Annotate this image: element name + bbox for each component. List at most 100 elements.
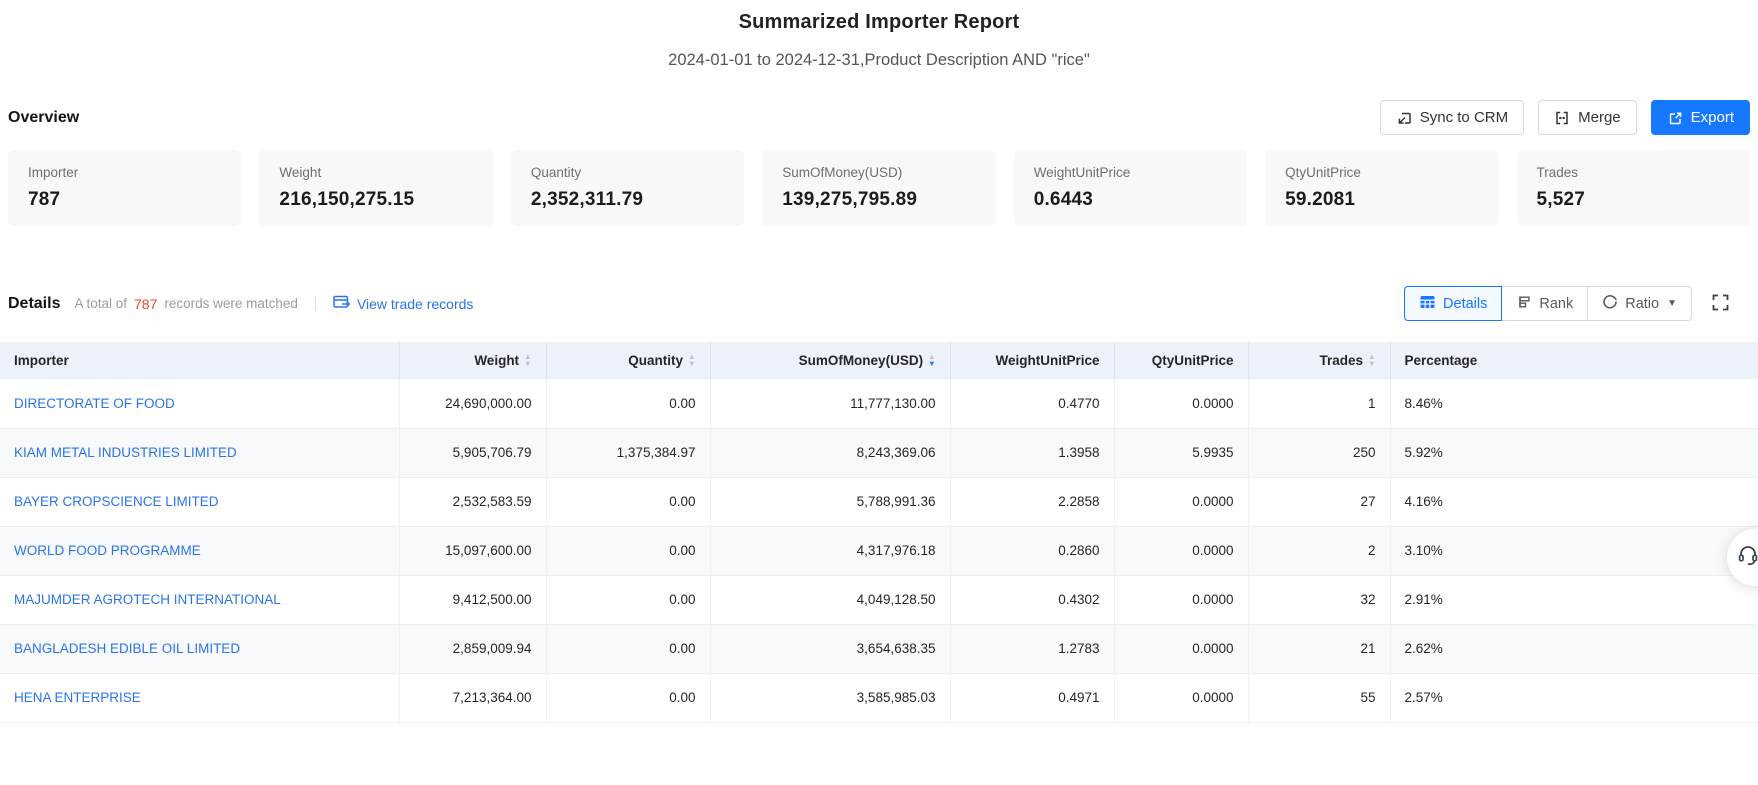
sync-to-crm-label: Sync to CRM: [1420, 109, 1508, 126]
details-bar: Details A total of 787 records were matc…: [0, 286, 1758, 321]
cell-trades: 27: [1248, 477, 1390, 526]
overview-card-label: Importer: [28, 165, 221, 180]
table-row: WORLD FOOD PROGRAMME15,097,600.000.004,3…: [0, 526, 1758, 575]
cell-weightunitprice: 0.4302: [950, 575, 1114, 624]
cell-weight: 9,412,500.00: [399, 575, 546, 624]
view-trade-records-label: View trade records: [357, 296, 473, 312]
tab-details-label: Details: [1443, 296, 1487, 312]
cell-sumofmoney-usd: 5,788,991.36: [710, 477, 950, 526]
overview-card-value: 216,150,275.15: [279, 189, 472, 211]
details-right: Details Rank Ratio ▼: [1404, 286, 1750, 321]
overview-card-value: 2,352,311.79: [531, 189, 724, 211]
importer-link[interactable]: KIAM METAL INDUSTRIES LIMITED: [14, 445, 237, 460]
cell-importer: WORLD FOOD PROGRAMME: [0, 526, 399, 575]
sync-icon: [1396, 110, 1412, 126]
overview-actions: Sync to CRM Merge Export: [1380, 100, 1750, 135]
cell-sumofmoney-usd: 8,243,369.06: [710, 428, 950, 477]
table-row: BANGLADESH EDIBLE OIL LIMITED 2,859,009.9…: [0, 624, 1758, 673]
vertical-divider: [315, 296, 316, 311]
column-label: WeightUnitPrice: [995, 353, 1099, 368]
column-label: SumOfMoney(USD): [799, 353, 924, 368]
overview-bar: Overview Sync to CRM Merge Export: [0, 100, 1758, 135]
sort-icons[interactable]: ▲▼: [524, 354, 531, 367]
overview-card: Trades 5,527: [1517, 150, 1750, 226]
cell-sumofmoney-usd: 4,049,128.50: [710, 575, 950, 624]
column-header-sumofmoney-usd[interactable]: SumOfMoney(USD) ▲▼: [710, 342, 950, 379]
export-icon: [1667, 110, 1683, 126]
column-header-weight[interactable]: Weight ▲▼: [399, 342, 546, 379]
importer-details-table: ImporterWeight▲▼Quantity▲▼SumOfMoney(USD…: [0, 342, 1758, 723]
cell-quantity: 1,375,384.97: [546, 428, 710, 477]
overview-card-value: 139,275,795.89: [782, 189, 975, 211]
cell-sumofmoney-usd: 3,585,985.03: [710, 673, 950, 722]
sort-icons[interactable]: ▲▼: [1368, 354, 1375, 367]
cell-qtyunitprice: 0.0000: [1114, 673, 1248, 722]
column-header-trades[interactable]: Trades▲▼: [1248, 342, 1390, 379]
export-button[interactable]: Export: [1651, 100, 1750, 135]
sync-to-crm-button[interactable]: Sync to CRM: [1380, 100, 1524, 135]
overview-card: QtyUnitPrice 59.2081: [1265, 150, 1498, 226]
column-header-importer: Importer: [0, 342, 399, 379]
fullscreen-button[interactable]: [1711, 293, 1730, 315]
cell-quantity: 0.00: [546, 379, 710, 428]
importer-link[interactable]: BAYER CROPSCIENCE LIMITED: [14, 494, 219, 509]
matched-prefix: A total of: [74, 296, 127, 311]
table-row: HENA ENTERPRISE7,213,364.000.003,585,985…: [0, 673, 1758, 722]
importer-link[interactable]: WORLD FOOD PROGRAMME: [14, 543, 201, 558]
trade-records-icon: [333, 295, 350, 313]
cell-weight: 2,859,009.94: [399, 624, 546, 673]
column-header-weightunitprice: WeightUnitPrice: [950, 342, 1114, 379]
cell-weightunitprice: 0.2860: [950, 526, 1114, 575]
cell-importer: MAJUMDER AGROTECH INTERNATIONAL: [0, 575, 399, 624]
cell-qtyunitprice: 0.0000: [1114, 379, 1248, 428]
column-label: Weight: [474, 353, 519, 368]
tab-details[interactable]: Details: [1404, 286, 1502, 321]
view-trade-records-link[interactable]: View trade records: [333, 295, 473, 313]
merge-icon: [1554, 110, 1570, 126]
fullscreen-icon: [1711, 293, 1730, 315]
table-row: BAYER CROPSCIENCE LIMITED2,532,583.590.0…: [0, 477, 1758, 526]
cell-importer: BANGLADESH EDIBLE OIL LIMITED: [0, 624, 399, 673]
matched-count: 787: [134, 296, 157, 312]
table-grid-icon: [1419, 294, 1436, 314]
summarized-importer-report-page: Summarized Importer Report 2024-01-01 to…: [0, 0, 1758, 785]
cell-importer: BAYER CROPSCIENCE LIMITED: [0, 477, 399, 526]
importer-link[interactable]: DIRECTORATE OF FOOD: [14, 396, 175, 411]
table-header: ImporterWeight▲▼Quantity▲▼SumOfMoney(USD…: [0, 342, 1758, 379]
column-header-quantity[interactable]: Quantity▲▼: [546, 342, 710, 379]
cell-qtyunitprice: 0.0000: [1114, 477, 1248, 526]
cell-importer: HENA ENTERPRISE: [0, 673, 399, 722]
cell-trades: 55: [1248, 673, 1390, 722]
sort-icons[interactable]: ▲▼: [928, 354, 935, 367]
sort-icons[interactable]: ▲▼: [688, 354, 695, 367]
table-row: KIAM METAL INDUSTRIES LIMITED5,905,706.7…: [0, 428, 1758, 477]
sort-desc-icon: ▼: [1368, 361, 1375, 368]
overview-card: Importer 787: [8, 150, 241, 226]
report-subtitle: 2024-01-01 to 2024-12-31,Product Descrip…: [0, 51, 1758, 70]
cell-trades: 32: [1248, 575, 1390, 624]
tab-ratio[interactable]: Ratio ▼: [1587, 286, 1692, 321]
cell-percentage: 2.91%: [1390, 575, 1758, 624]
cell-percentage: 2.62%: [1390, 624, 1758, 673]
importer-link[interactable]: MAJUMDER AGROTECH INTERNATIONAL: [14, 592, 281, 607]
merge-button[interactable]: Merge: [1538, 100, 1637, 135]
overview-card-label: Trades: [1537, 165, 1730, 180]
chevron-down-icon: ▼: [1667, 298, 1677, 309]
details-left: Details A total of 787 records were matc…: [8, 295, 473, 313]
cell-sumofmoney-usd: 3,654,638.35: [710, 624, 950, 673]
column-label: Percentage: [1405, 353, 1478, 368]
cell-trades: 1: [1248, 379, 1390, 428]
rank-bars-icon: [1516, 294, 1532, 314]
tab-rank[interactable]: Rank: [1501, 286, 1588, 321]
matched-suffix: records were matched: [164, 296, 298, 311]
importer-link[interactable]: BANGLADESH EDIBLE OIL LIMITED: [14, 641, 240, 656]
cell-sumofmoney-usd: 4,317,976.18: [710, 526, 950, 575]
overview-heading: Overview: [8, 109, 79, 127]
cell-quantity: 0.00: [546, 477, 710, 526]
importer-link[interactable]: HENA ENTERPRISE: [14, 690, 141, 705]
column-header-qtyunitprice: QtyUnitPrice: [1114, 342, 1248, 379]
overview-cards: Importer 787 Weight 216,150,275.15 Quant…: [8, 150, 1750, 226]
overview-card: Weight 216,150,275.15: [259, 150, 492, 226]
cell-quantity: 0.00: [546, 673, 710, 722]
overview-card-value: 59.2081: [1285, 189, 1478, 211]
